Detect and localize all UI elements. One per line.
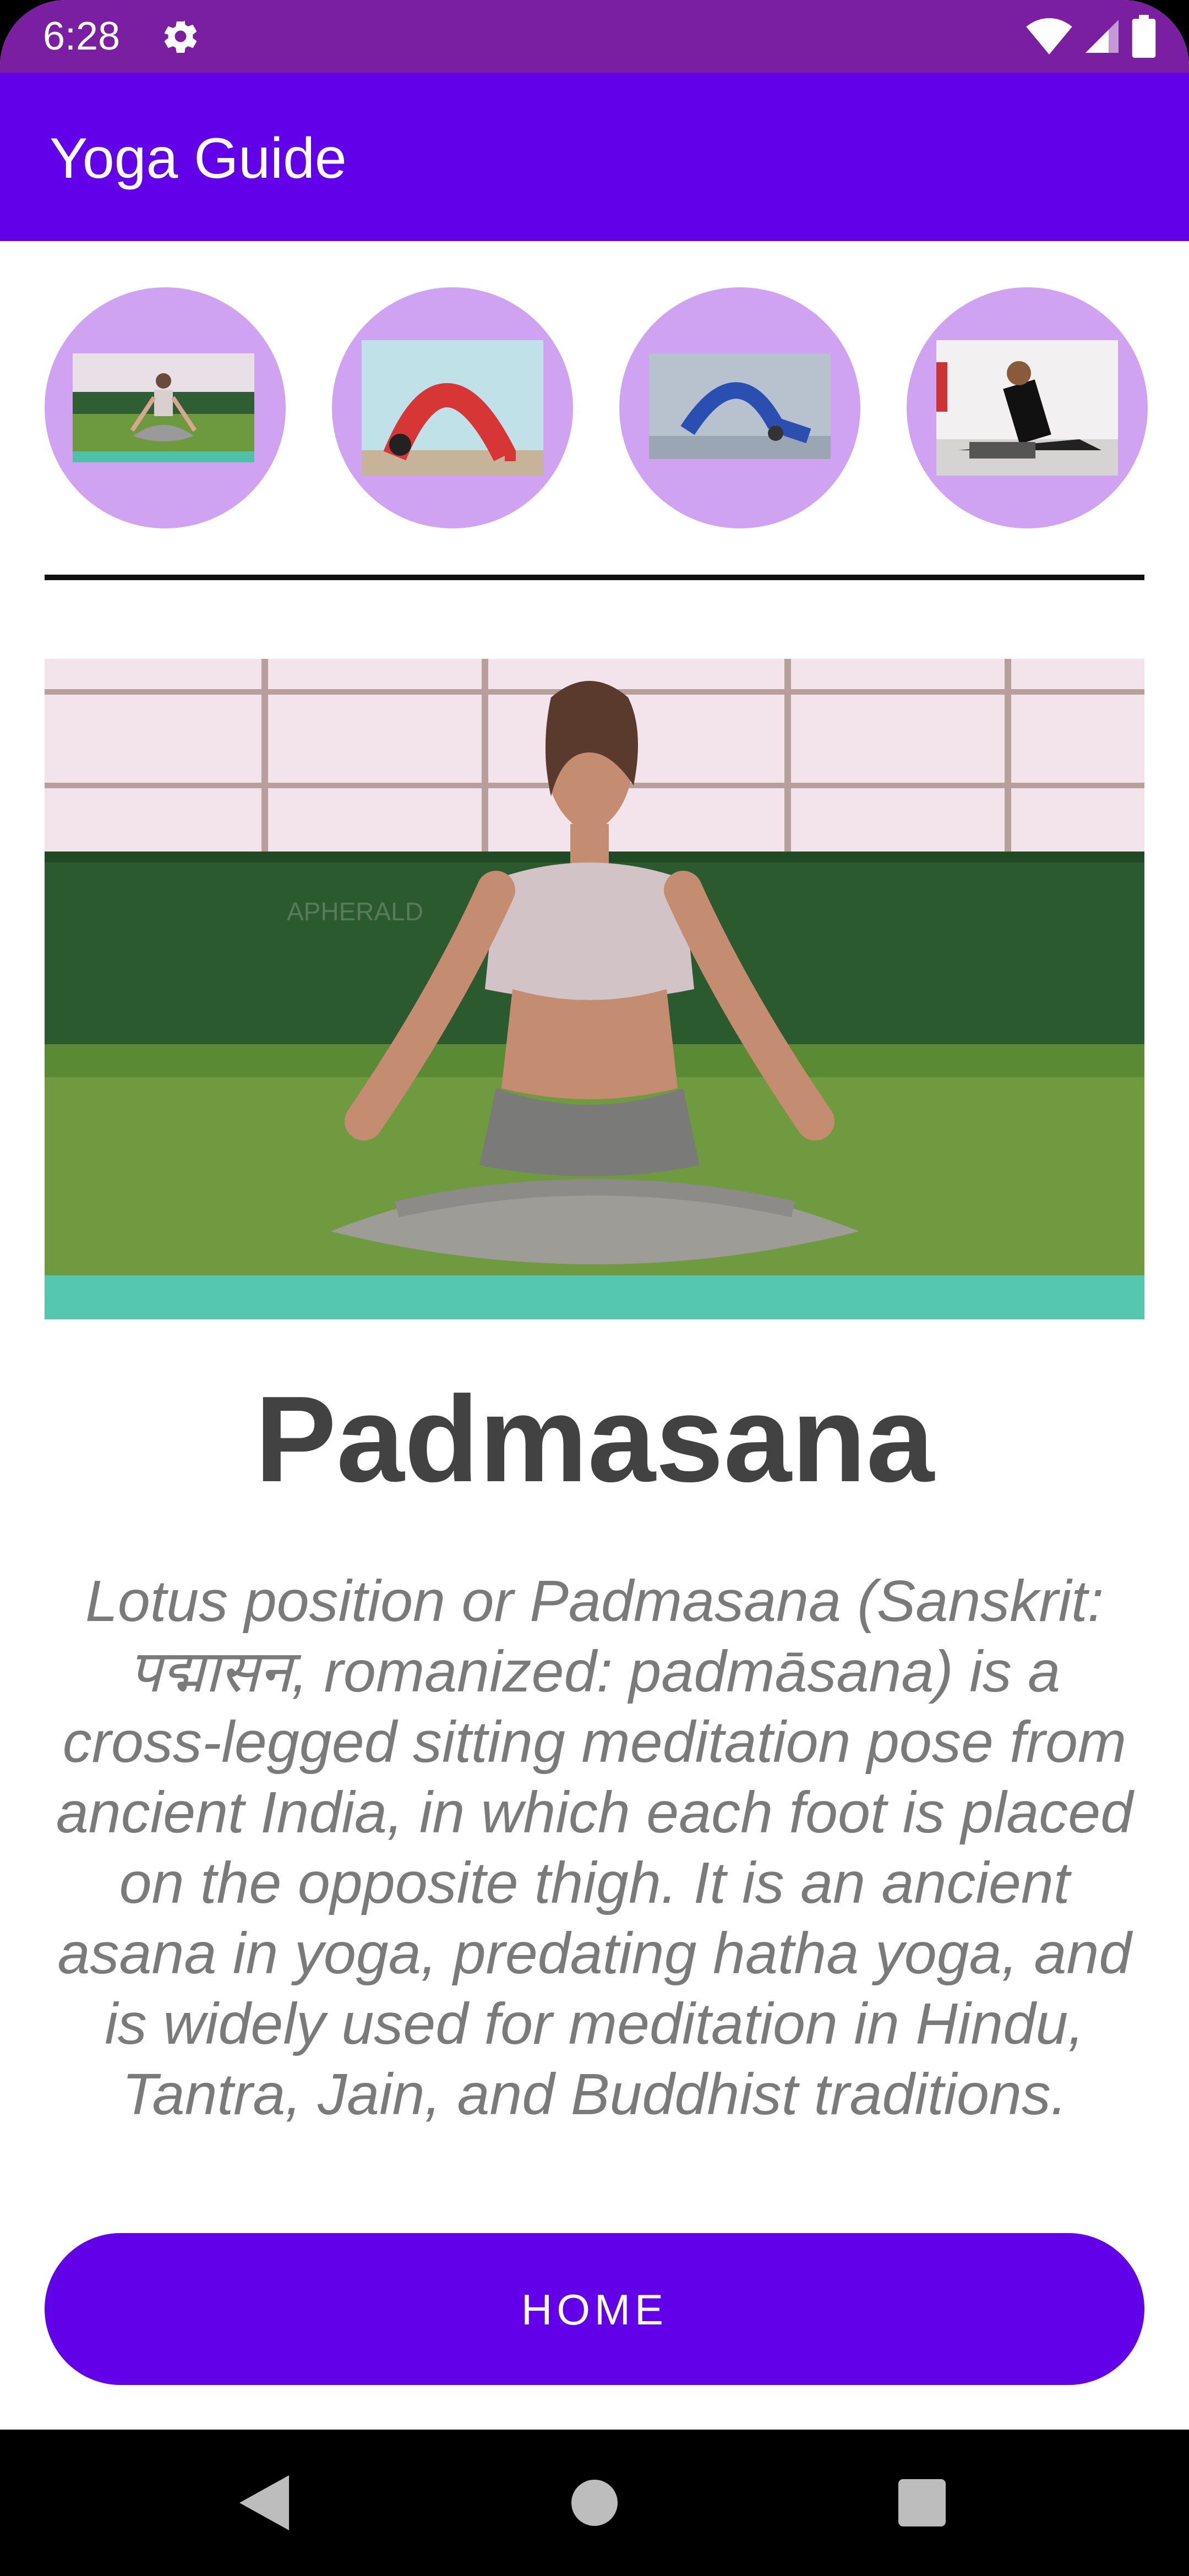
pose-photo: APHERALD (45, 659, 1144, 1319)
pose-thumbnail-cobra[interactable] (907, 287, 1148, 528)
pose-main-image: APHERALD (45, 659, 1144, 1319)
pose-thumbnail-plow[interactable] (619, 287, 860, 528)
divider (45, 575, 1144, 580)
recents-square-icon (898, 2479, 946, 2526)
status-icons (1026, 13, 1156, 59)
signal-icon (1086, 20, 1119, 53)
wifi-icon (1026, 18, 1072, 54)
pose-description: Lotus position or Padmasana (Sanskrit: प… (56, 1569, 1133, 2127)
thumbnail-image (936, 340, 1118, 476)
system-nav-bar (0, 2430, 1189, 2576)
home-circle-icon (571, 2480, 618, 2526)
thumbnail-image (362, 340, 543, 476)
thumbnail-image (649, 353, 831, 459)
battery-icon (1132, 15, 1156, 58)
back-icon (239, 2475, 289, 2530)
pose-thumbnail-row (0, 287, 1189, 528)
gear-icon (164, 20, 197, 53)
app-title: Yoga Guide (50, 127, 347, 190)
thumbnail-image (73, 353, 254, 462)
nav-recents-button[interactable] (878, 2430, 966, 2576)
pose-title: Padmasana (254, 1371, 934, 1508)
nav-back-button[interactable] (220, 2430, 308, 2576)
image-watermark: APHERALD (287, 897, 423, 926)
screen: 6:28 Yoga Guide APHERALD Padmasana Lotus… (0, 0, 1189, 2576)
app-bar: Yoga Guide (0, 73, 1189, 241)
pose-thumbnail-wheel[interactable] (332, 287, 573, 528)
pose-thumbnail-padmasana[interactable] (45, 287, 286, 528)
home-button[interactable]: HOME (45, 2233, 1144, 2385)
status-time: 6:28 (43, 14, 121, 58)
nav-home-button[interactable] (550, 2430, 639, 2576)
status-bar: 6:28 (0, 0, 1189, 73)
